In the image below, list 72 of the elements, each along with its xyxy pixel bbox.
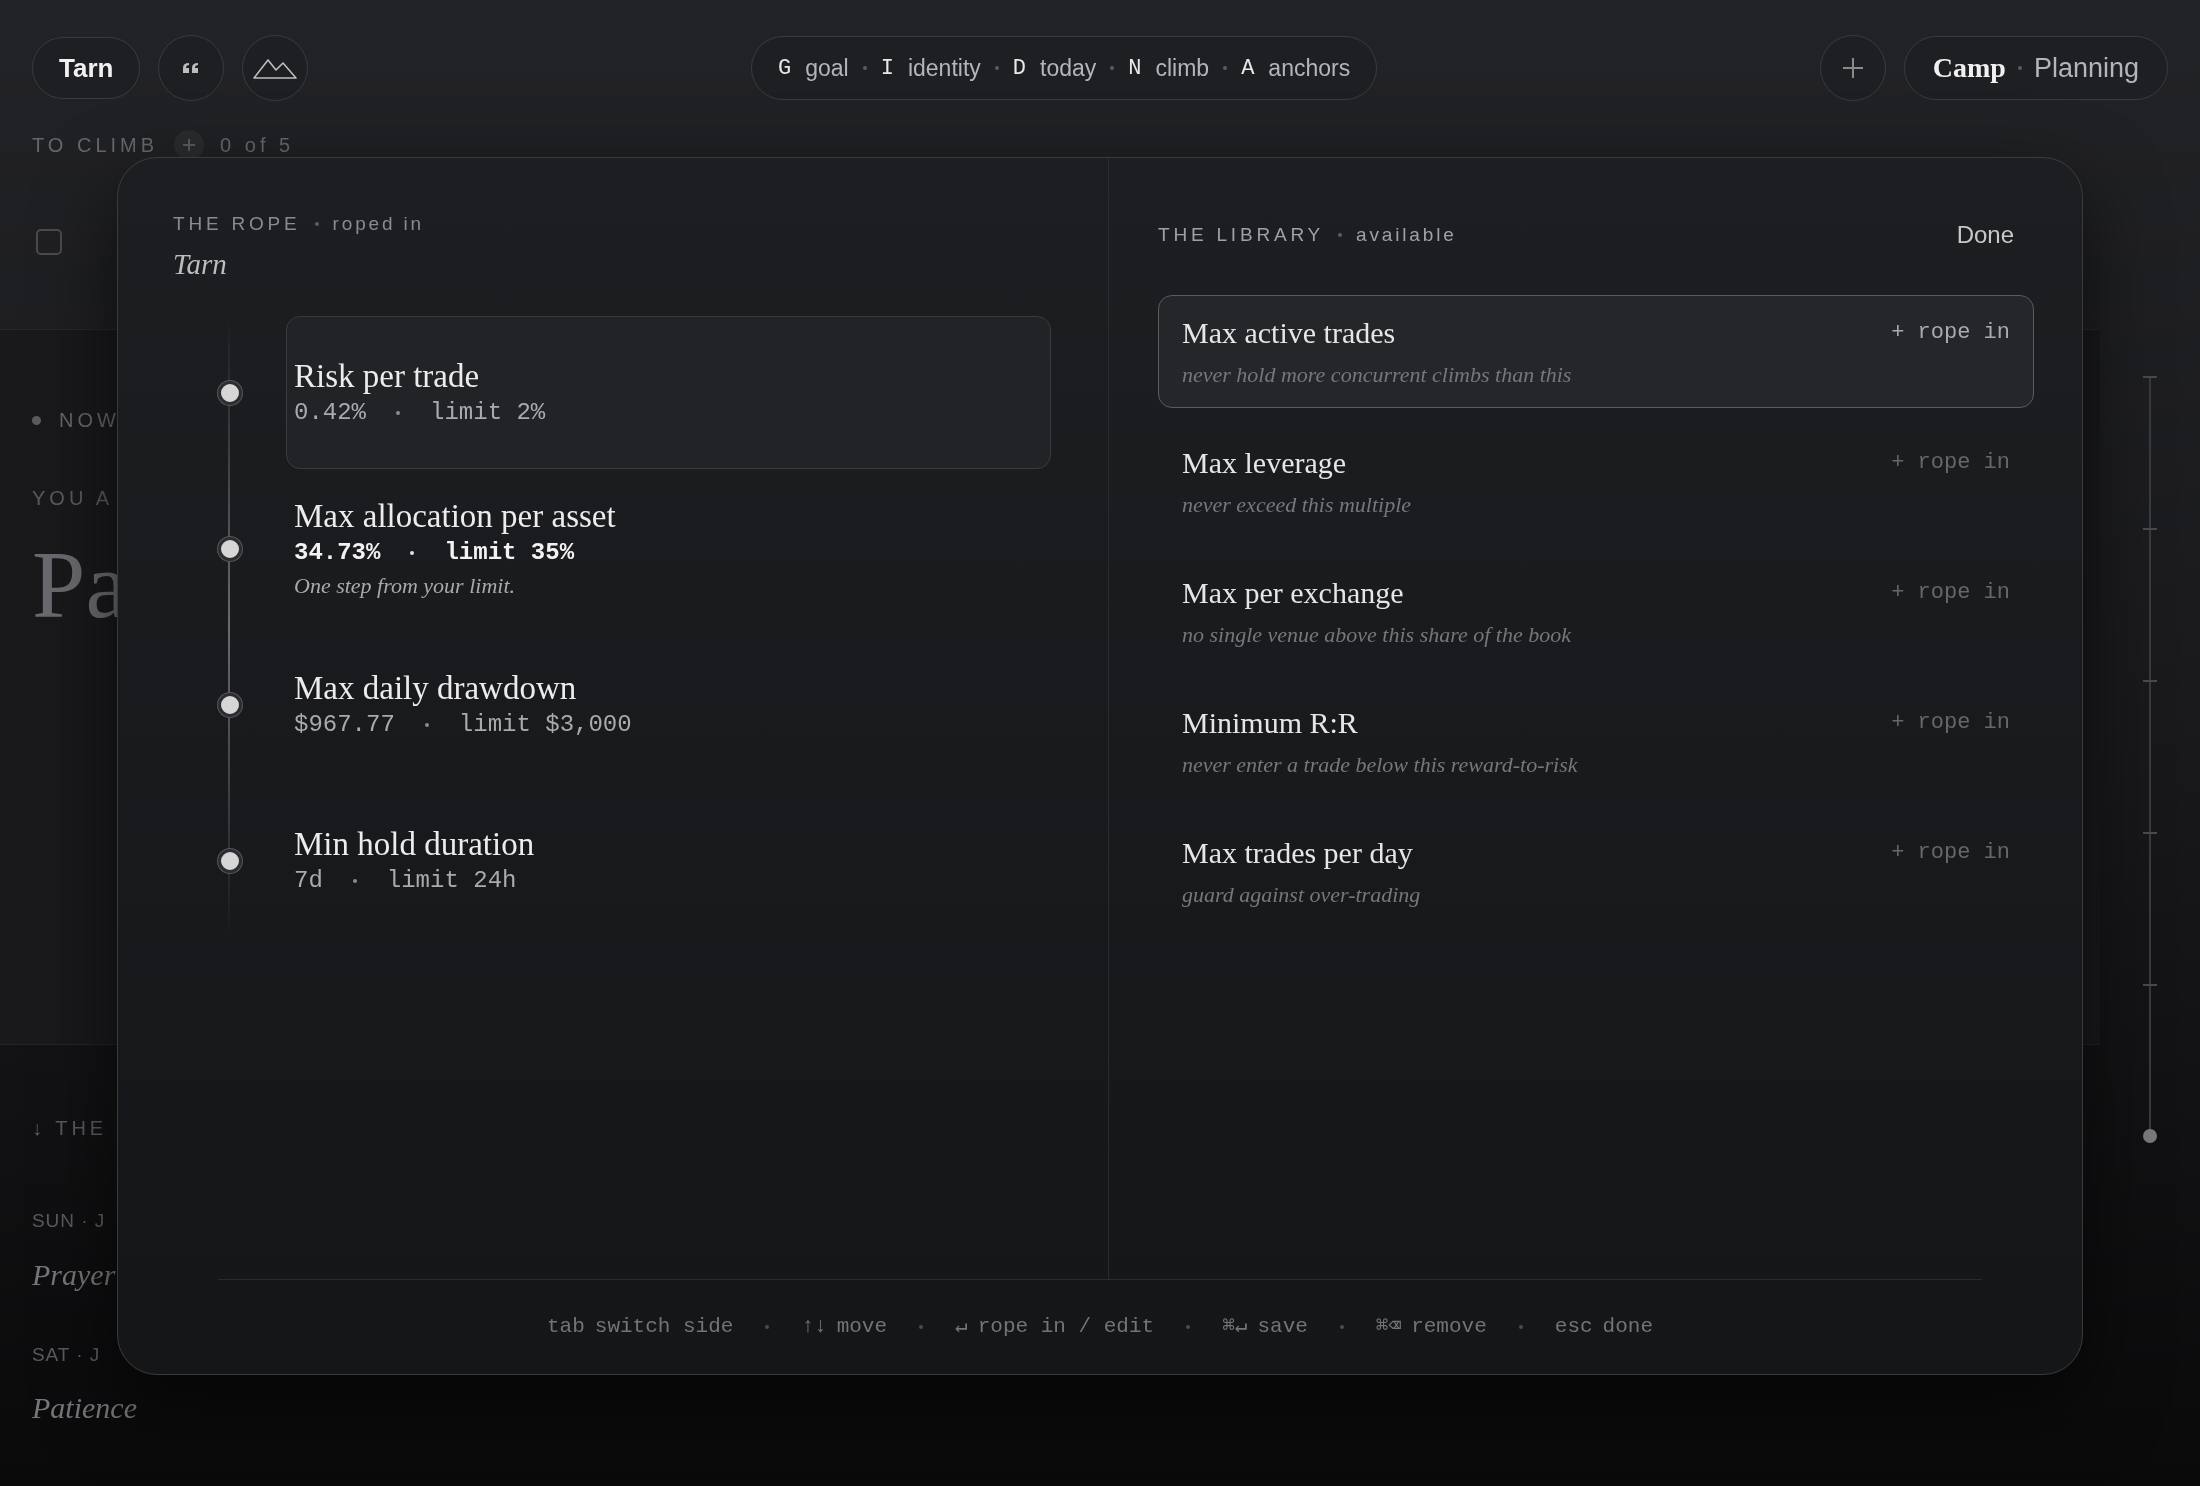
mountain-icon (253, 56, 298, 80)
rope-knot (217, 380, 242, 405)
limit-value: limit 35% (444, 537, 575, 568)
status-label: roped in (332, 212, 424, 236)
rule-description: no single venue above this share of the book (1182, 620, 1573, 649)
library-item[interactable]: Max per exchange + rope in no single venue above this share of the book (1158, 555, 2034, 668)
profile-button[interactable]: Tarn (32, 37, 141, 99)
library-item[interactable]: Max active trades + rope in never hold more concurrent climbs than this (1158, 295, 2034, 408)
entry-title: Patience (32, 1390, 137, 1426)
add-button[interactable] (174, 130, 205, 160)
panel-heading: THE ROPE (173, 212, 301, 236)
rope-knot (217, 848, 242, 873)
rule-title: Max active trades (1182, 314, 1396, 351)
rope-in-button[interactable]: + rope in (1891, 316, 2010, 349)
section-label: TO CLIMB (32, 133, 159, 158)
rule-title: Minimum R:R (1182, 704, 1358, 741)
rule-card[interactable]: Min hold duration 7d limit 24h (286, 784, 1051, 937)
plus-icon (183, 139, 196, 151)
keyboard-hint: esc done (1554, 1314, 1653, 1341)
rule-title: Max daily drawdown (294, 668, 578, 708)
library-item[interactable]: Max leverage + rope in never exceed this multiple (1158, 425, 2034, 538)
entry-date: SAT · J (32, 1342, 101, 1367)
rule-title: Max trades per day (1182, 834, 1413, 871)
rule-title: Max leverage (1182, 444, 1347, 481)
library-item[interactable]: Max trades per day + rope in guard against over-trading (1158, 815, 2034, 928)
rope-knot (217, 692, 242, 717)
limit-value: limit 24h (386, 865, 517, 896)
count-label: 0 of 5 (220, 133, 295, 158)
quote-icon (182, 62, 201, 74)
rule-title: Risk per trade (294, 356, 481, 396)
rule-title: Max allocation per asset (294, 496, 617, 536)
mode-tab[interactable]: Camp (1932, 47, 2006, 89)
entry-title: Prayer (32, 1256, 116, 1293)
shortcut-link[interactable]: G goal (778, 50, 849, 86)
plus-icon (1841, 57, 1864, 79)
metric-value: 34.73% (294, 537, 381, 568)
task-checkbox[interactable] (36, 228, 62, 255)
rule-card[interactable]: Max daily drawdown $967.77 limit $3,000 (286, 628, 1051, 781)
mode-tab[interactable]: Planning (2033, 47, 2139, 89)
rope-knot (217, 536, 242, 561)
shortcut-link[interactable]: A anchors (1241, 50, 1351, 86)
rule-description: never enter a trade below this reward-to-risk (1182, 750, 1579, 779)
rule-card[interactable]: Max allocation per asset 34.73% limit 35% One step from your limit. (286, 472, 1051, 625)
now-label: NOW (59, 408, 120, 433)
rule-title: Max per exchange (1182, 574, 1404, 611)
warning-note: One step from your limit. (294, 571, 516, 600)
rule-title: Min hold duration (294, 824, 536, 864)
keyboard-hint: ⌘⌫ remove (1375, 1314, 1487, 1341)
rule-description: never hold more concurrent climbs than this (1182, 360, 1573, 389)
keyboard-hint: ⌘↵ save (1222, 1314, 1308, 1341)
shortcut-link[interactable]: I identity (880, 50, 981, 86)
library-item[interactable]: Minimum R:R + rope in never enter a trade below this reward-to-risk (1158, 685, 2034, 798)
shortcut-link[interactable]: N climb (1128, 50, 1210, 86)
keyboard-hint: ↵ rope in / edit (955, 1314, 1155, 1341)
entry-date: SUN · J (32, 1209, 106, 1233)
metric-value: 0.42% (294, 397, 366, 428)
rule-description: never exceed this multiple (1182, 490, 1413, 519)
shortcut-link[interactable]: D today (1012, 50, 1097, 86)
panel-heading: THE LIBRARY (1158, 222, 1325, 247)
status-label: available (1356, 222, 1457, 247)
limit-value: limit $3,000 (458, 709, 632, 740)
done-button[interactable]: Done (1956, 217, 2014, 253)
metric-value: 7d (294, 865, 323, 896)
section-label: ↓ THE (32, 1116, 109, 1141)
metric-value: $967.77 (294, 709, 395, 740)
limit-value: limit 2% (430, 397, 546, 428)
caption: YOU A (32, 486, 114, 511)
keyboard-hint: tab switch side (546, 1314, 734, 1341)
rope-name: Tarn (173, 246, 228, 282)
keyboard-hint: ↑↓ move (801, 1314, 888, 1341)
rule-description: guard against over-trading (1182, 880, 1422, 909)
rule-card[interactable]: Risk per trade 0.42% limit 2% (286, 316, 1051, 469)
